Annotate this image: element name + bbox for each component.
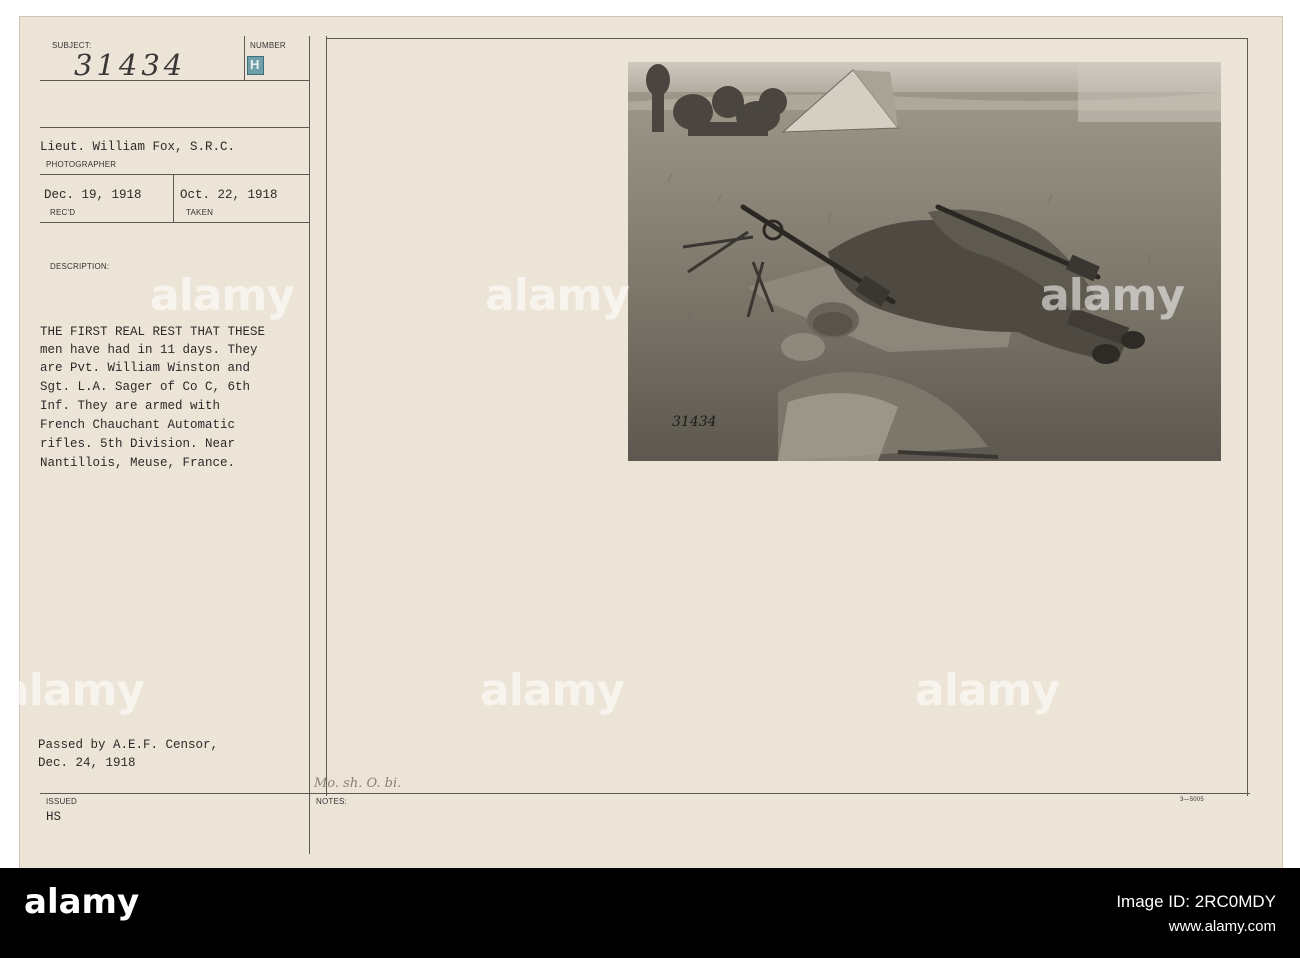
photographer-row-top-rule <box>40 127 309 128</box>
watermark: alamy <box>915 665 1060 716</box>
description-line: Sgt. L.A. Sager of Co C, 6th <box>40 380 251 394</box>
watermark: alamy <box>485 270 630 321</box>
footer-image-id: Image ID: 2RC0MDY <box>1116 892 1276 911</box>
subject-number-handwritten: 31434 <box>74 48 187 82</box>
notes-handwriting: Mo. sh. O. bi. <box>314 776 402 791</box>
footer-logo: alamy <box>24 882 140 922</box>
photo-negative-number: 31434 <box>672 414 717 430</box>
footer-bar: alamy Image ID: 2RC0MDY www.alamy.com <box>0 868 1300 958</box>
right-frame-right <box>1247 38 1248 796</box>
dates-row-top-rule <box>40 174 309 175</box>
photographer-name: Lieut. William Fox, S.R.C. <box>40 140 236 154</box>
issued-value: HS <box>46 810 62 824</box>
watermark: alamy <box>1040 270 1185 321</box>
issued-row-rule <box>40 793 1250 794</box>
watermark: alamy <box>480 665 625 716</box>
description-line: men have had in 11 days. They <box>40 343 258 357</box>
notes-label: NOTES: <box>316 797 347 806</box>
dates-divider <box>173 174 174 222</box>
taken-date: Oct. 22, 1918 <box>180 188 278 202</box>
received-label: REC'D <box>50 208 76 217</box>
censor-line-1: Passed by A.E.F. Censor, <box>38 738 219 752</box>
description-line: Inf. They are armed with <box>40 399 221 413</box>
description-line: Nantillois, Meuse, France. <box>40 456 236 470</box>
number-divider <box>244 36 245 80</box>
number-stamp-letter: H <box>250 57 260 72</box>
censor-line-2: Dec. 24, 1918 <box>38 756 136 770</box>
photograph: 31434 <box>628 62 1221 461</box>
description-line: are Pvt. William Winston and <box>40 361 251 375</box>
description-line: French Chauchant Automatic <box>40 418 236 432</box>
taken-label: TAKEN <box>186 208 214 217</box>
form-number: 3—5005 <box>1180 797 1204 803</box>
photographer-label: PHOTOGRAPHER <box>46 160 117 169</box>
number-label: NUMBER <box>250 41 286 50</box>
photograph-scene <box>628 62 1221 461</box>
left-panel-divider <box>309 36 310 854</box>
right-frame-left <box>326 36 327 796</box>
received-date: Dec. 19, 1918 <box>44 188 142 202</box>
dates-row-bottom-rule <box>40 222 309 223</box>
number-stamp: H <box>247 56 264 75</box>
watermark: alamy <box>0 665 145 716</box>
description-label: DESCRIPTION: <box>50 262 110 271</box>
description-line: rifles. 5th Division. Near <box>40 437 236 451</box>
description-line: THE FIRST REAL REST THAT THESE <box>40 325 266 339</box>
watermark: alamy <box>150 270 295 321</box>
right-frame-top <box>326 38 1248 39</box>
footer-website: www.alamy.com <box>1168 918 1276 935</box>
issued-label: ISSUED <box>46 797 77 806</box>
